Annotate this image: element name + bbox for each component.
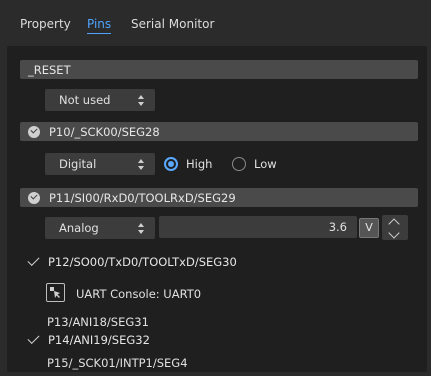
pin-name: P10/_SCK00/SEG28 — [49, 124, 160, 139]
select-value: Analog — [59, 221, 99, 235]
p10-mode-select[interactable]: Digital — [45, 153, 155, 175]
pin-name: P14/ANI19/SEG32 — [48, 332, 150, 347]
radio-low[interactable]: Low — [232, 157, 277, 171]
chevron-updown-icon — [138, 95, 145, 106]
pin-row-p13[interactable]: P13/ANI18/SEG31 — [47, 315, 149, 329]
unit-label: V — [359, 218, 379, 238]
console-cursor-icon[interactable] — [46, 283, 65, 302]
tab-pins[interactable]: Pins — [87, 17, 112, 34]
pin-header-p11[interactable]: P11/SI00/RxD0/TOOLRxD/SEG29 — [20, 188, 418, 207]
chevron-updown-icon — [138, 223, 145, 234]
select-value: Not used — [59, 93, 111, 107]
chevron-down-icon[interactable] — [388, 227, 400, 239]
checkmark-icon — [27, 331, 40, 345]
pin-name: _RESET — [28, 62, 71, 77]
tab-property[interactable]: Property — [20, 17, 71, 31]
tab-serial-monitor[interactable]: Serial Monitor — [131, 17, 214, 31]
pin-name: P12/SO00/TxD0/TOOLTxD/SEG30 — [48, 254, 237, 269]
radio-label: Low — [254, 157, 277, 171]
radio-high[interactable]: High — [164, 157, 212, 171]
p11-mode-select[interactable]: Analog — [45, 217, 155, 239]
pin-row-p14[interactable]: P14/ANI19/SEG32 — [20, 330, 418, 349]
select-value: Digital — [59, 157, 97, 171]
uart-console-label: UART Console: UART0 — [76, 287, 202, 301]
check-circle-icon — [28, 125, 40, 138]
voltage-input[interactable]: 3.6 — [159, 216, 357, 238]
radio-selected-icon — [164, 157, 178, 171]
reset-mode-select[interactable]: Not used — [45, 89, 155, 111]
pin-row-p12[interactable]: P12/SO00/TxD0/TOOLTxD/SEG30 — [20, 252, 418, 271]
pin-row-p15[interactable]: P15/_SCK01/INTP1/SEG4 — [47, 356, 188, 370]
tab-bar: Property Pins Serial Monitor — [0, 0, 431, 46]
check-circle-icon — [28, 191, 40, 204]
voltage-stepper[interactable] — [382, 215, 408, 240]
pin-header-reset[interactable]: _RESET — [20, 60, 418, 79]
chevron-updown-icon — [138, 159, 145, 170]
pin-header-p10[interactable]: P10/_SCK00/SEG28 — [20, 122, 418, 141]
radio-label: High — [186, 157, 213, 171]
pin-name: P11/SI00/RxD0/TOOLRxD/SEG29 — [49, 190, 236, 205]
radio-unselected-icon — [232, 157, 246, 171]
checkmark-icon — [27, 253, 40, 267]
